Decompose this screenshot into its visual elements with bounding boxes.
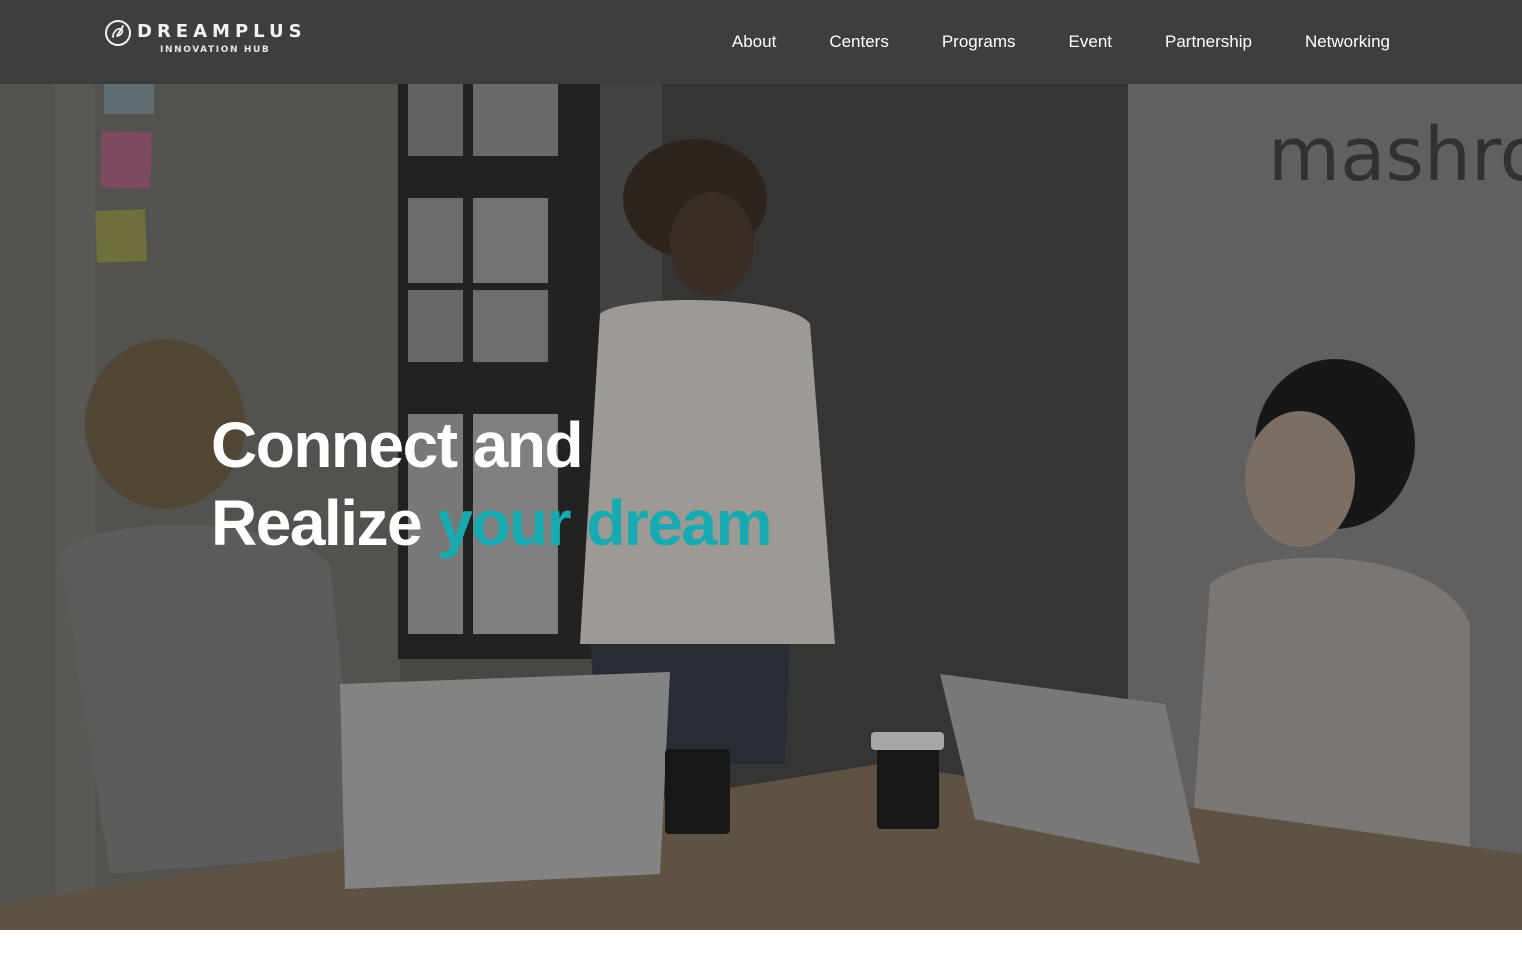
logo-wordmark: DREAMPLUS <box>137 21 307 42</box>
hero-headline: Connect and Realize your dream <box>211 406 772 562</box>
dreamplus-logo-icon <box>105 20 131 46</box>
site-header: DREAMPLUS INNOVATION HUB About Centers P… <box>0 0 1522 84</box>
headline-line-1: Connect and <box>211 409 584 481</box>
nav-about[interactable]: About <box>732 32 776 52</box>
page-below-hero <box>0 930 1522 963</box>
nav-centers[interactable]: Centers <box>829 32 889 52</box>
nav-networking[interactable]: Networking <box>1305 32 1390 52</box>
dreamplus-logo[interactable]: DREAMPLUS INNOVATION HUB <box>104 17 304 61</box>
logo-subtitle: INNOVATION HUB <box>160 45 271 55</box>
headline-line-2: Realize your dream <box>211 484 772 562</box>
nav-partnership[interactable]: Partnership <box>1165 32 1252 52</box>
headline-realize: Realize <box>211 487 423 559</box>
nav-programs[interactable]: Programs <box>942 32 1016 52</box>
headline-accent: your dream <box>437 487 772 559</box>
nav-event[interactable]: Event <box>1069 32 1112 52</box>
hero-banner: mashro Connect and Realize your dream <box>0 84 1522 930</box>
main-nav: About Centers Programs Event Partnership… <box>679 0 1390 84</box>
